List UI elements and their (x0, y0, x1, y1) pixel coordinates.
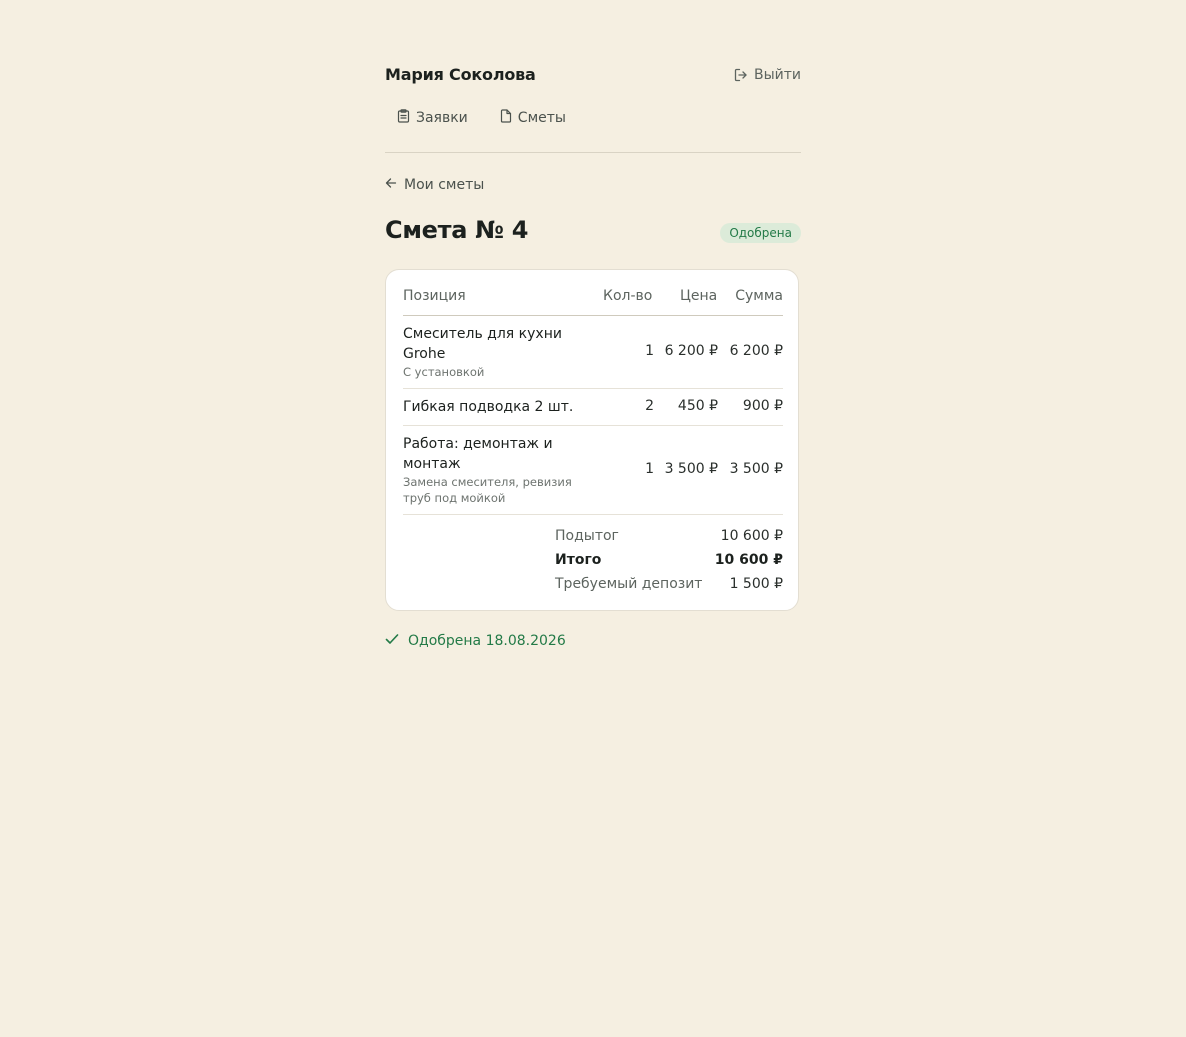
user-name: Мария Соколова (385, 65, 536, 84)
status-badge: Одобрена (720, 223, 801, 243)
nav-item-estimates[interactable]: Сметы (500, 109, 566, 127)
column-header-item: Позиция (403, 288, 466, 304)
page-title: Смета № 4 (385, 216, 529, 244)
row-price: 6 200 ₽ (664, 343, 718, 359)
logout-label: Выйти (753, 67, 801, 83)
row-sum: 6 200 ₽ (729, 343, 783, 359)
row-qty: 1 (645, 343, 654, 359)
row-item-name: Смеситель для кухни Grohe (403, 326, 562, 362)
row-price: 450 ₽ (677, 398, 718, 414)
top-header: Мария Соколова Выйти (385, 64, 801, 88)
row-item-name: Работа: демонтаж и монтаж (403, 436, 553, 472)
column-header-sum: Сумма (735, 288, 783, 304)
logout-button[interactable]: Выйти (734, 67, 801, 83)
deposit-label: Требуемый депозит (555, 576, 703, 592)
deposit-value: 1 500 ₽ (729, 576, 783, 592)
row-sum: 900 ₽ (742, 398, 783, 414)
logout-icon (734, 68, 748, 82)
arrow-left-icon (385, 177, 397, 193)
row-qty: 2 (645, 398, 654, 414)
approval-note: Одобрена 18.08.2026 (385, 633, 566, 649)
estimate-card: Позиция Кол-во Цена Сумма Смеситель для … (385, 269, 799, 611)
back-link[interactable]: Мои сметы (385, 177, 484, 193)
nav-label-estimates: Сметы (517, 110, 566, 126)
row-item-note: Замена смесителя, ревизия труб под мойко… (403, 475, 572, 505)
row-divider (403, 425, 783, 426)
nav-label-requests: Заявки (416, 110, 468, 126)
total-value: 10 600 ₽ (714, 552, 783, 568)
approval-text: Одобрена 18.08.2026 (408, 633, 566, 649)
row-divider (403, 514, 783, 515)
nav-item-requests[interactable]: Заявки (397, 109, 468, 127)
total-label: Итого (555, 552, 602, 568)
column-header-price: Цена (680, 288, 718, 304)
clipboard-icon (397, 109, 410, 127)
document-icon (500, 109, 512, 127)
row-qty: 1 (645, 461, 654, 477)
subtotal-label: Подытог (555, 528, 619, 544)
back-link-label: Мои сметы (404, 177, 485, 193)
row-divider (403, 388, 783, 389)
header-divider (385, 152, 801, 153)
title-row: Смета № 4 Одобрена (385, 216, 801, 250)
header-divider-line (403, 315, 783, 316)
row-sum: 3 500 ₽ (729, 461, 783, 477)
check-icon (385, 633, 399, 649)
row-item-name: Гибкая подводка 2 шт. (403, 399, 574, 415)
column-header-qty: Кол-во (603, 288, 653, 304)
row-price: 3 500 ₽ (664, 461, 718, 477)
subtotal-value: 10 600 ₽ (720, 528, 783, 544)
row-item-note: С установкой (403, 365, 485, 379)
main-nav: Заявки Сметы (397, 109, 566, 127)
